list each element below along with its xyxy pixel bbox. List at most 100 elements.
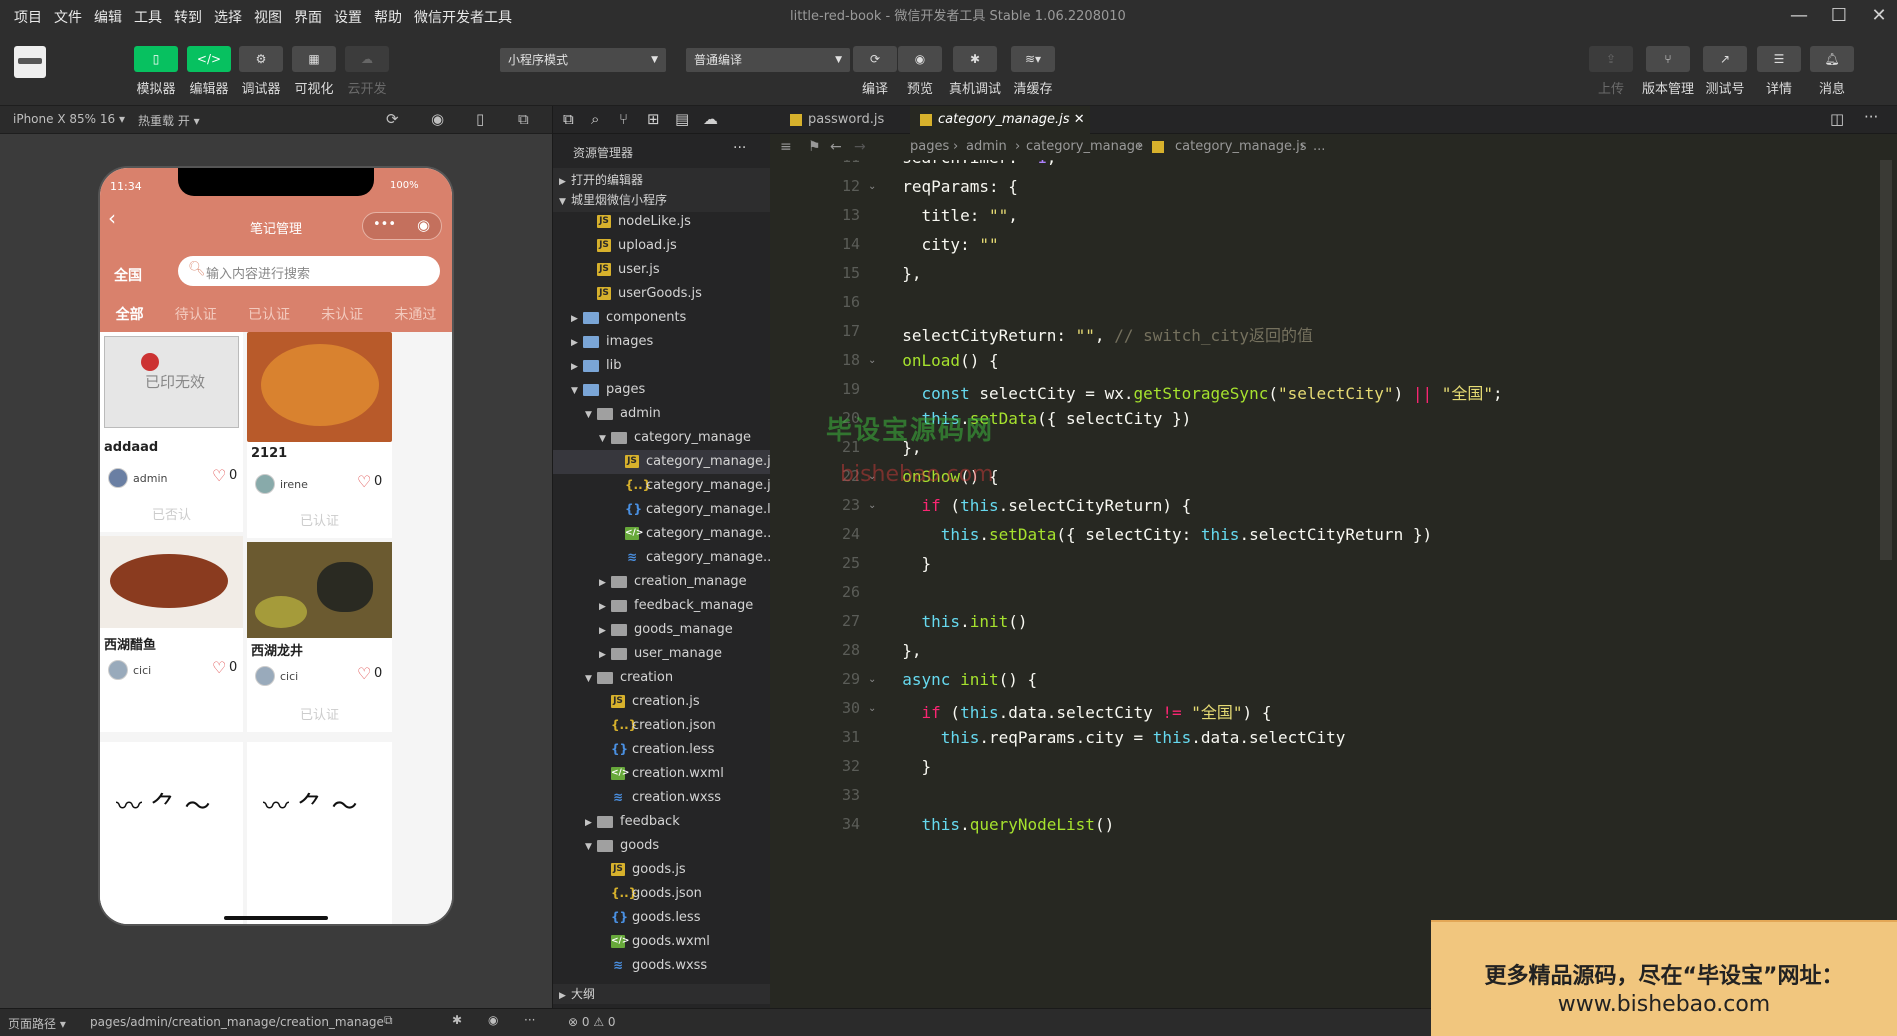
more-icon[interactable]: ···	[733, 140, 746, 156]
menu-item[interactable]: 视图	[248, 7, 288, 27]
maximize-button[interactable]: ☐	[1817, 0, 1861, 34]
breadcrumb-pages[interactable]: pages	[910, 134, 949, 160]
breadcrumb-file[interactable]: category_manage.js	[1175, 134, 1307, 160]
tree-item[interactable]: ▶ feedback_manage	[553, 594, 771, 618]
split-editor-icon[interactable]: ◫	[1830, 110, 1844, 128]
copy-icon[interactable]: ⧉	[384, 1013, 393, 1028]
tree-item[interactable]: ▼ goods	[553, 834, 771, 858]
heart-icon[interactable]: ♡	[212, 658, 226, 677]
menu-item[interactable]: 工具	[128, 7, 168, 27]
tree-item[interactable]: ▶ goods_manage	[553, 618, 771, 642]
status-button[interactable]: 已认证	[247, 510, 392, 529]
more-icon[interactable]: ···	[1864, 108, 1878, 126]
note-card[interactable]: 〰 ⺈ 〜	[247, 742, 392, 924]
tree-item[interactable]: ▶ user_manage	[553, 642, 771, 666]
tree-item[interactable]: JS nodeLike.js	[553, 210, 771, 234]
tree-item[interactable]: </> goods.wxml	[553, 930, 771, 954]
more-icon[interactable]: ···	[524, 1013, 535, 1027]
tree-item[interactable]: JS category_manage.js	[553, 450, 771, 474]
menu-item[interactable]: 设置	[328, 7, 368, 27]
project-avatar[interactable]	[14, 46, 46, 78]
tree-item[interactable]: {} creation.less	[553, 738, 771, 762]
project-section[interactable]: ▼ 城里烟微信小程序	[553, 188, 771, 212]
list-icon[interactable]: ≡	[780, 134, 792, 160]
fold-icon[interactable]: ⌄	[868, 181, 880, 192]
files-icon[interactable]: ⧉	[563, 110, 574, 128]
region-select[interactable]: 全国	[114, 265, 142, 285]
tree-item[interactable]: {..}category_manage.j...	[553, 474, 771, 498]
debugger-button[interactable]: ⚙ 调试器	[238, 46, 284, 97]
note-card[interactable]: 已印无效 addaad admin ♡ 0 已否认	[100, 332, 243, 532]
status-button[interactable]: 已否认	[100, 504, 243, 523]
tree-item[interactable]: JS goods.js	[553, 858, 771, 882]
fold-icon[interactable]: ⌄	[868, 703, 880, 714]
tree-item[interactable]: {} category_manage.l...	[553, 498, 771, 522]
refresh-icon[interactable]: ⟳	[386, 110, 399, 128]
minimize-button[interactable]: —	[1777, 0, 1821, 34]
test-account-button[interactable]: ↗ 测试号	[1702, 46, 1748, 97]
messages-button[interactable]: 🔔︎ 消息	[1809, 46, 1855, 97]
heart-icon[interactable]: ♡	[357, 472, 371, 491]
fold-icon[interactable]: ⌄	[868, 674, 880, 685]
tree-item[interactable]: {} goods.less	[553, 906, 771, 930]
search-input[interactable]: 🔍︎ 输入内容进行搜索	[178, 256, 440, 286]
capsule-menu[interactable]: ••• ◉	[362, 212, 442, 240]
breadcrumb-more[interactable]: ...	[1313, 134, 1325, 160]
back-icon[interactable]: ←	[830, 134, 842, 160]
heart-icon[interactable]: ♡	[357, 664, 371, 683]
tree-item[interactable]: ▼ category_manage	[553, 426, 771, 450]
tree-item[interactable]: ▼ pages	[553, 378, 771, 402]
storage-icon[interactable]: ▤	[675, 110, 689, 128]
tree-item[interactable]: JS creation.js	[553, 690, 771, 714]
device-select[interactable]: iPhone X 85% 16 ▾	[13, 112, 125, 126]
source-control-icon[interactable]: ⑂	[619, 110, 628, 128]
tree-item[interactable]: ≋ goods.wxss	[553, 954, 771, 978]
menu-item[interactable]: 项目	[0, 7, 48, 27]
menu-item[interactable]: 界面	[288, 7, 328, 27]
tree-item[interactable]: ▼ admin	[553, 402, 771, 426]
phone-icon[interactable]: ▯	[476, 110, 484, 128]
upload-button[interactable]: ⇪ 上传	[1588, 46, 1634, 97]
tree-item[interactable]: {..}creation.json	[553, 714, 771, 738]
close-mp-icon[interactable]: ◉	[417, 216, 430, 234]
tree-item[interactable]: </> category_manage....	[553, 522, 771, 546]
status-tab[interactable]: 待认证	[175, 304, 217, 324]
hot-reload-toggle[interactable]: 热重载 开 ▾	[138, 112, 200, 129]
code-area[interactable]: 11 searchTimer: -1, 12 ⌄ reqParams: {13 ti…	[770, 160, 1870, 1008]
tree-item[interactable]: JS user.js	[553, 258, 771, 282]
extensions-icon[interactable]: ⊞	[647, 110, 660, 128]
stop-icon[interactable]: ◉	[431, 110, 444, 128]
popout-icon[interactable]: ⧉	[518, 110, 529, 128]
tree-item[interactable]: JS upload.js	[553, 234, 771, 258]
heart-icon[interactable]: ♡	[212, 466, 226, 485]
breadcrumb-category-manage[interactable]: category_manage	[1026, 134, 1143, 160]
status-tab[interactable]: 已认证	[248, 304, 290, 324]
editor-button[interactable]: </> 编辑器	[186, 46, 232, 97]
cloud-button[interactable]: ☁ 云开发	[344, 46, 390, 97]
breadcrumb-admin[interactable]: admin	[966, 134, 1007, 160]
scrollbar[interactable]	[1880, 160, 1892, 560]
note-card[interactable]: 西湖龙井 cici ♡ 0 已认证	[247, 542, 392, 732]
tree-item[interactable]: ▼ creation	[553, 666, 771, 690]
eye-icon[interactable]: ◉	[488, 1013, 498, 1027]
menu-item[interactable]: 微信开发者工具	[408, 7, 518, 27]
tree-item[interactable]: ▶ feedback	[553, 810, 771, 834]
tree-item[interactable]: ▶ creation_manage	[553, 570, 771, 594]
tree-item[interactable]: ▶ images	[553, 330, 771, 354]
menu-item[interactable]: 编辑	[88, 7, 128, 27]
tree-item[interactable]: {..}goods.json	[553, 882, 771, 906]
bug-icon[interactable]: ✱	[452, 1013, 462, 1027]
preview-button[interactable]: ◉ 预览	[897, 46, 943, 97]
status-tab[interactable]: 未通过	[394, 304, 436, 324]
tree-item[interactable]: ▶ components	[553, 306, 771, 330]
tree-item[interactable]: ▶ lib	[553, 354, 771, 378]
version-button[interactable]: ⑂ 版本管理	[1642, 46, 1694, 97]
cloud-icon[interactable]: ☁	[703, 110, 718, 128]
close-tab-icon[interactable]: ✕	[1074, 112, 1085, 127]
real-debug-button[interactable]: ✱ 真机调试	[949, 46, 1001, 97]
clear-cache-button[interactable]: ≋▾ 清缓存	[1010, 46, 1056, 97]
note-card[interactable]: 2121 irene ♡ 0 已认证	[247, 332, 392, 538]
menu-item[interactable]: 选择	[208, 7, 248, 27]
simulator-button[interactable]: ▯ 模拟器	[133, 46, 179, 97]
tab-category-manage-js[interactable]: category_manage.js ✕	[910, 106, 1090, 134]
